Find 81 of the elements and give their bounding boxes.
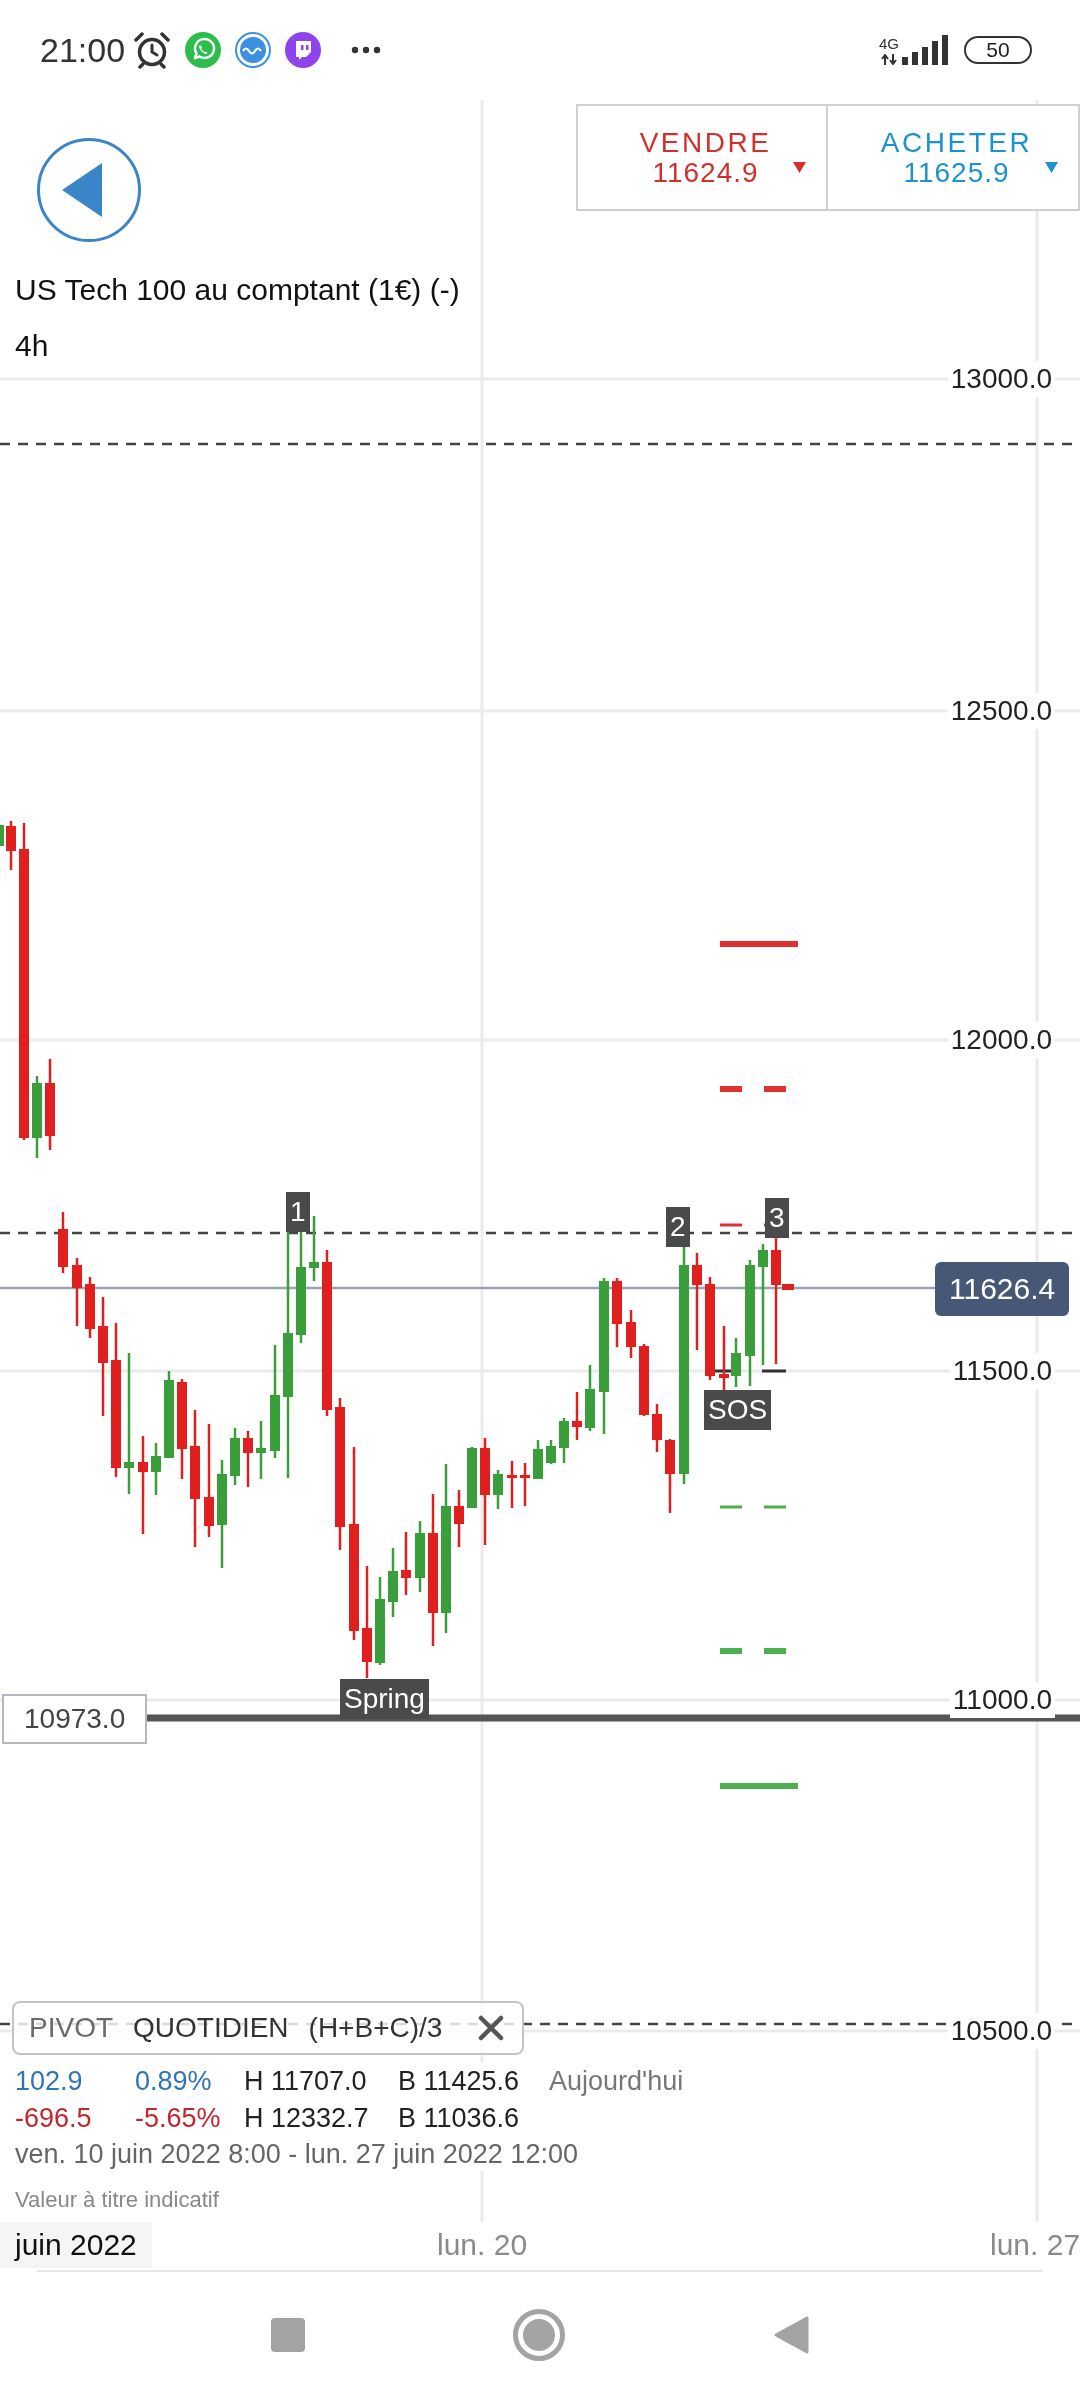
candle bbox=[388, 1548, 398, 1617]
clock-time: 21:00 bbox=[40, 30, 126, 70]
close-button[interactable] bbox=[478, 2015, 505, 2041]
change-percent: 0.89% bbox=[135, 2065, 213, 2098]
price-axis-label: 11500.0 bbox=[949, 1353, 1055, 1389]
candle bbox=[493, 1470, 503, 1509]
candle bbox=[559, 1418, 569, 1463]
candle bbox=[243, 1431, 253, 1487]
low-value: B 11036.6 bbox=[398, 2102, 521, 2135]
change-value: 102.9 bbox=[15, 2065, 84, 2098]
candle bbox=[520, 1463, 530, 1506]
candle bbox=[467, 1447, 477, 1508]
annotation-tag: Spring bbox=[340, 1679, 429, 1719]
network-type: 4G bbox=[879, 36, 899, 51]
candle bbox=[639, 1344, 649, 1416]
price-axis-label: 10500.0 bbox=[947, 2013, 1055, 2049]
indicator-period: QUOTIDIEN bbox=[133, 2011, 289, 2045]
candle bbox=[546, 1440, 556, 1464]
change-value: -696.5 bbox=[15, 2102, 93, 2135]
instrument-title: US Tech 100 au comptant (1€) (-) bbox=[15, 272, 460, 308]
back-icon bbox=[62, 163, 102, 217]
caret-icon bbox=[793, 162, 806, 173]
candle bbox=[415, 1521, 425, 1592]
annotation-tag: 3 bbox=[765, 1198, 789, 1238]
candle bbox=[401, 1532, 411, 1595]
low-value: B 11425.6 bbox=[398, 2065, 521, 2098]
support-line bbox=[720, 1505, 786, 1509]
price-axis-label: 12000.0 bbox=[947, 1022, 1055, 1058]
indicator-formula: (H+B+C)/3 bbox=[308, 2011, 443, 2045]
annotation-tag: 1 bbox=[286, 1192, 310, 1232]
candle bbox=[151, 1443, 161, 1495]
month-label: juin 2022 bbox=[0, 2222, 152, 2268]
support-line bbox=[720, 1648, 786, 1654]
more-icon bbox=[351, 46, 382, 54]
candle bbox=[72, 1258, 82, 1326]
annotation-tag: SOS bbox=[704, 1390, 772, 1430]
home-icon[interactable] bbox=[513, 2309, 565, 2361]
candle bbox=[572, 1392, 582, 1440]
annotation-tag: 2 bbox=[666, 1207, 690, 1247]
data-arrows-icon bbox=[881, 54, 897, 65]
price-axis-label: 13000.0 bbox=[947, 361, 1055, 397]
high-value: H 12332.7 bbox=[244, 2102, 370, 2135]
caret-icon bbox=[1045, 162, 1058, 173]
candle bbox=[585, 1365, 595, 1431]
candle bbox=[256, 1421, 266, 1479]
price-axis-label: 11000.0 bbox=[949, 1682, 1055, 1718]
signal-icon bbox=[902, 35, 950, 65]
candle bbox=[6, 821, 16, 870]
candle bbox=[309, 1216, 319, 1281]
candle bbox=[626, 1310, 636, 1358]
pivot-line bbox=[714, 1369, 786, 1373]
candle bbox=[85, 1277, 95, 1338]
current-price-tag: 11626.4 bbox=[935, 1262, 1070, 1316]
change-percent: -5.65% bbox=[135, 2102, 222, 2135]
candle bbox=[652, 1404, 662, 1452]
candle bbox=[533, 1440, 543, 1479]
indicator-name: PIVOT bbox=[29, 2011, 113, 2045]
level-price-tag: 10973.0 bbox=[2, 1694, 148, 1744]
speech-bubble-icon bbox=[285, 32, 322, 68]
close-icon bbox=[478, 2015, 505, 2041]
chat-bubble-icon bbox=[185, 32, 222, 68]
back-icon[interactable] bbox=[773, 2315, 809, 2355]
disclaimer-text: Valeur à titre indicatif bbox=[14, 2186, 219, 2214]
period-label: Aujourd'hui bbox=[549, 2065, 684, 2098]
candle bbox=[612, 1278, 622, 1347]
wave-icon bbox=[235, 32, 272, 68]
date-label: lun. 20 bbox=[437, 2227, 528, 2263]
high-value: H 11707.0 bbox=[244, 2065, 368, 2098]
date-label: lun. 27 bbox=[990, 2227, 1080, 2263]
candle bbox=[230, 1428, 240, 1485]
date-range: ven. 10 juin 2022 8:00 - lun. 27 juin 2022 12:00 bbox=[14, 2138, 579, 2171]
candle bbox=[731, 1338, 741, 1387]
candle bbox=[58, 1212, 68, 1273]
candle bbox=[507, 1461, 517, 1508]
candle bbox=[0, 825, 4, 846]
price-axis-label: 12500.0 bbox=[947, 693, 1055, 729]
candle bbox=[454, 1490, 464, 1547]
battery-level: 50 bbox=[964, 36, 1032, 64]
resistance-line bbox=[720, 1086, 786, 1092]
timeframe-label: 4h bbox=[15, 328, 49, 364]
alarm-clock-icon bbox=[133, 31, 172, 69]
